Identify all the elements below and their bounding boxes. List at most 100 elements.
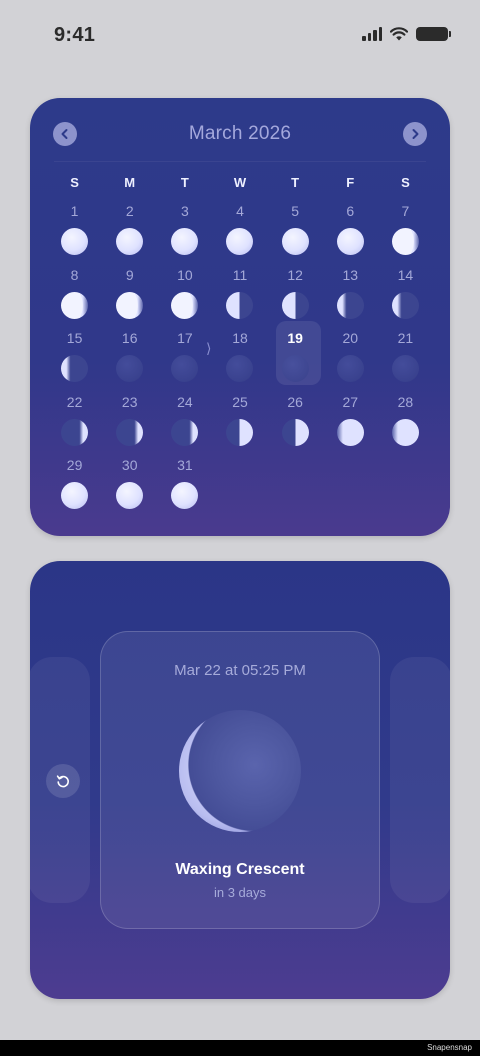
next-phase-card[interactable]: [390, 657, 450, 903]
status-bar: 9:41: [0, 0, 480, 70]
day-number: 13: [342, 266, 359, 283]
calendar-day[interactable]: 26: [268, 393, 323, 457]
day-number: 7: [401, 203, 410, 219]
calendar-day[interactable]: 4: [212, 202, 267, 266]
day-number: 3: [180, 203, 189, 219]
day-number: 21: [397, 330, 414, 346]
calendar-day[interactable]: 11: [212, 266, 267, 330]
calendar-day[interactable]: 27: [323, 393, 378, 457]
weekday-label: T: [180, 175, 189, 190]
calendar-day[interactable]: 31: [157, 456, 212, 520]
day-number: 14: [397, 266, 414, 283]
phase-datetime: Mar 22 at 05:25 PM: [174, 662, 306, 679]
moon-phase-icon: [226, 291, 254, 319]
moon-phase-icon: [116, 228, 144, 255]
moon-phase-icon: [391, 291, 419, 319]
calendar-day[interactable]: 2: [102, 202, 157, 266]
wifi-icon: [390, 27, 408, 41]
status-time: 9:41: [54, 24, 96, 46]
moon-phase-icon: [391, 355, 419, 382]
calendar-day[interactable]: 9: [102, 266, 157, 330]
moon-phase-icon: [116, 418, 144, 446]
moon-phase-icon: [116, 355, 144, 382]
calendar-day[interactable]: 5: [268, 202, 323, 266]
moon-phase-icon: [171, 482, 199, 509]
cellular-signal-icon: [362, 27, 382, 41]
next-month-button[interactable]: [403, 122, 427, 146]
calendar-day[interactable]: 18: [212, 329, 267, 393]
calendar-day[interactable]: 16: [102, 329, 157, 393]
calendar-day[interactable]: 17: [157, 329, 212, 393]
day-number: 11: [232, 266, 248, 283]
moon-phase-image: [179, 710, 301, 832]
day-number: 17: [177, 330, 193, 346]
moon-phase-icon: [336, 291, 364, 319]
moon-phase-icon: [336, 418, 364, 446]
day-number: 9: [125, 266, 134, 283]
calendar-day[interactable]: 30: [102, 456, 157, 520]
day-number: 10: [177, 266, 193, 283]
calendar-day[interactable]: 7: [378, 202, 433, 266]
day-number: 15: [66, 330, 83, 346]
battery-icon: [416, 27, 451, 41]
moon-phase-icon: [116, 482, 144, 509]
weekday-label: T: [291, 175, 300, 190]
moon-phase-icon: [171, 291, 199, 319]
calendar-day[interactable]: 21: [378, 329, 433, 393]
day-number: 12: [287, 266, 303, 283]
moon-phase-icon: [61, 355, 89, 382]
day-number: 6: [346, 203, 355, 219]
day-number: 2: [125, 203, 134, 219]
day-number: 29: [66, 457, 83, 473]
moon-phase-icon: [171, 418, 199, 446]
calendar-day[interactable]: 20: [323, 329, 378, 393]
moon-phase-icon: [281, 228, 309, 255]
watermark: Snapensnap: [427, 1043, 472, 1052]
weekday-label: S: [70, 175, 79, 190]
moon-phase-icon: [281, 291, 309, 319]
calendar-day[interactable]: 1: [47, 202, 102, 266]
day-number: 23: [121, 393, 138, 410]
calendar-day[interactable]: 23: [102, 393, 157, 457]
day-number: 26: [287, 393, 303, 410]
chevron-right-small-icon: ⟩: [206, 340, 212, 356]
moon-phase-icon: [226, 228, 254, 255]
weekday-label: F: [346, 175, 355, 190]
calendar-day[interactable]: 13: [323, 266, 378, 330]
moon-phase-icon: [226, 418, 254, 446]
calendar-day[interactable]: 25: [212, 393, 267, 457]
calendar-day[interactable]: 28: [378, 393, 433, 457]
weekday-header: S M T W T F S: [47, 175, 433, 190]
calendar-day[interactable]: 10: [157, 266, 212, 330]
phase-name: Waxing Crescent: [175, 861, 305, 878]
day-number: 20: [342, 330, 359, 346]
moon-phase-icon: [61, 228, 89, 255]
phase-countdown: in 3 days: [213, 885, 267, 900]
moon-phase-icon: [336, 228, 364, 255]
calendar-day[interactable]: 6: [323, 202, 378, 266]
moon-phase-icon: [281, 418, 309, 446]
month-title: March 2026: [188, 123, 292, 144]
current-phase-card[interactable]: Mar 22 at 05:25 PM Waxing Crescent in 3 …: [100, 631, 380, 929]
day-number: 1: [70, 203, 79, 219]
day-number: 16: [121, 330, 138, 346]
phase-detail-panel: Mar 22 at 05:25 PM Waxing Crescent in 3 …: [30, 561, 450, 999]
calendar-day[interactable]: 22: [47, 393, 102, 457]
reset-button[interactable]: [46, 764, 80, 798]
calendar-day[interactable]: 14: [378, 266, 433, 330]
calendar-day[interactable]: 24: [157, 393, 212, 457]
calendar-day[interactable]: 29: [47, 456, 102, 520]
day-grid: 1 2 3 4 5 6 7 8 9 10 11 12 13 14 15 16 17 18 19 20 21 22 23 24 2…: [47, 202, 433, 520]
calendar-day[interactable]: 3: [157, 202, 212, 266]
calendar-day[interactable]: 15: [47, 329, 102, 393]
moon-phase-icon: [171, 228, 199, 255]
day-number: 4: [236, 203, 244, 219]
weekday-label: S: [401, 175, 410, 190]
header-divider: [54, 161, 426, 162]
day-number: 30: [121, 457, 138, 473]
calendar-day[interactable]: 8: [47, 266, 102, 330]
moon-phase-icon: [116, 291, 144, 319]
day-number: 25: [232, 393, 248, 410]
calendar-day[interactable]: 19: [268, 321, 323, 393]
calendar-day[interactable]: 12: [268, 266, 323, 330]
